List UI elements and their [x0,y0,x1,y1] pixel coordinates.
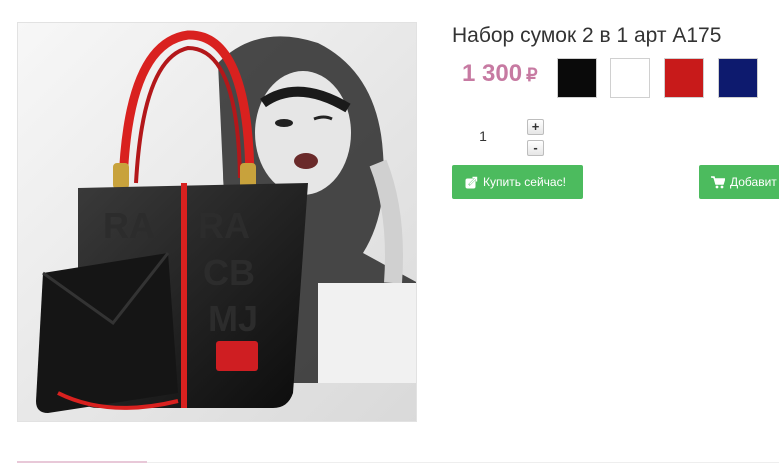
price-value: 1 300 [462,60,523,87]
quantity-value[interactable]: 1 [470,128,496,144]
quantity-increase-button[interactable]: + [527,119,544,135]
quantity-decrease-button[interactable]: - [527,140,544,156]
cart-icon [711,175,725,189]
color-swatch-red[interactable] [664,58,704,98]
add-to-cart-label: Добавит [730,175,777,189]
product-title: Набор сумок 2 в 1 арт A175 [452,24,722,47]
svg-text:MJ: MJ [208,298,258,339]
buy-now-button[interactable]: Купить сейчас! [452,165,583,199]
add-to-cart-button[interactable]: Добавит [699,165,779,199]
handbag-photo: RARA CBCB ODMJ [18,23,416,421]
color-swatch-white[interactable] [610,58,650,98]
product-image[interactable]: RARA CBCB ODMJ [17,22,417,422]
svg-text:CB: CB [203,252,255,293]
color-swatch-black[interactable] [557,58,597,98]
section-divider [147,462,779,463]
currency-symbol: ₽ [526,65,538,85]
buy-now-label: Купить сейчас! [483,175,566,189]
external-link-icon [465,175,478,189]
svg-text:RA: RA [103,205,155,246]
color-swatch-navy[interactable] [718,58,758,98]
svg-text:RA: RA [198,205,250,246]
tab-underline [17,461,147,463]
product-price: 1 300 ₽ [462,60,538,88]
